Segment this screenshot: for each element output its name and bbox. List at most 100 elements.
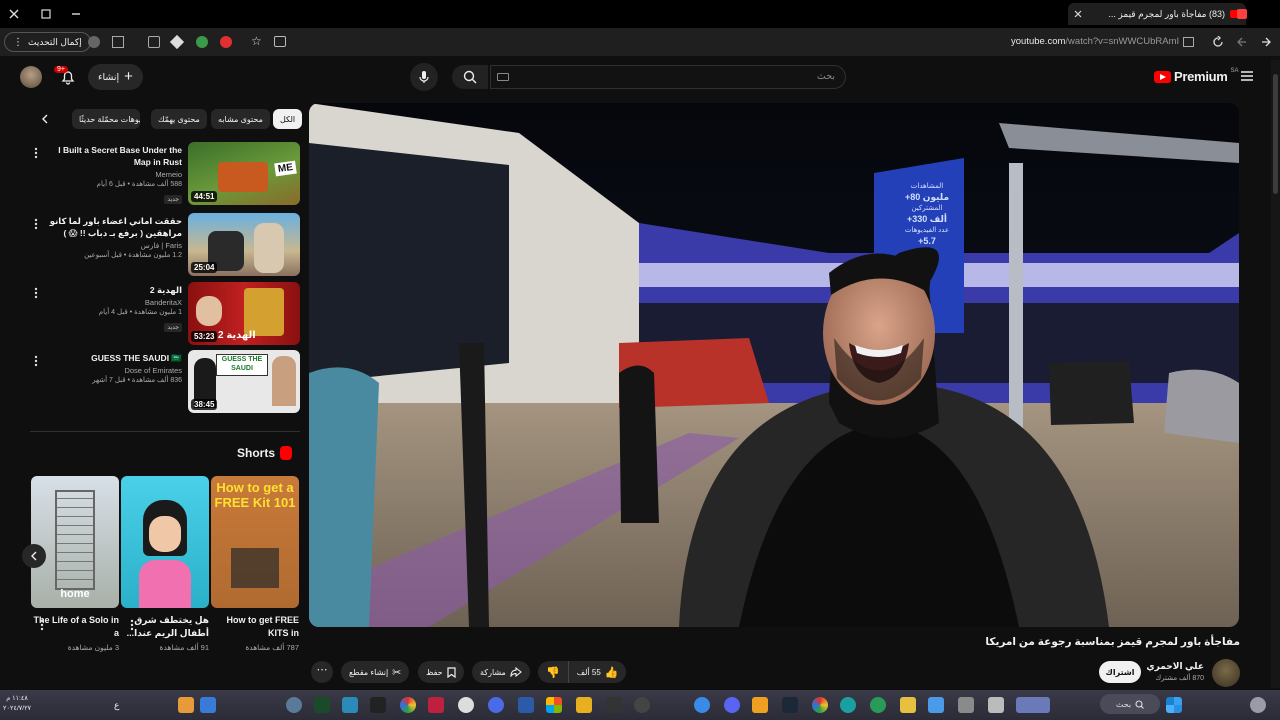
dislike-button[interactable]: 👎 [538, 661, 568, 683]
taskbar-time: ١١:٤٨ م [6, 695, 28, 702]
short-3[interactable]: home [31, 476, 119, 608]
voice-search-button[interactable] [410, 63, 438, 91]
taskbar-app-icon[interactable] [428, 697, 444, 713]
more-actions-button[interactable]: ⋯ [311, 661, 333, 683]
video-thumbnail[interactable]: الهدية 2 53:23 [188, 282, 300, 345]
taskbar-app-icon[interactable] [370, 697, 386, 713]
taskbar-app-icon[interactable] [286, 697, 302, 713]
chip-related[interactable]: محتوى مشابه [211, 109, 270, 129]
clip-button[interactable]: ✂ إنشاء مقطع [341, 661, 410, 683]
extensions-puzzle-icon[interactable] [148, 36, 160, 48]
taskbar-app-icon[interactable] [518, 697, 534, 713]
screenshot-icon[interactable] [274, 36, 286, 47]
chip-all[interactable]: الكل [273, 109, 303, 129]
start-windows-icon[interactable] [1166, 697, 1182, 713]
chrome-icon[interactable] [812, 697, 828, 713]
taskbar-app-icon[interactable] [314, 697, 330, 713]
more-options-icon[interactable] [30, 217, 42, 231]
save-button[interactable]: حفظ [418, 661, 464, 683]
related-video-3[interactable]: الهدية 2 53:23 الهدية 2 BanderitaX 1 ملي… [30, 282, 300, 346]
taskbar-app-icon[interactable] [928, 697, 944, 713]
tab-close-icon[interactable] [1074, 10, 1082, 18]
video-thumbnail[interactable]: ME 44:51 [188, 142, 300, 205]
youtube-premium-logo[interactable]: Premium SA [1154, 68, 1239, 84]
weather-icon[interactable] [1250, 697, 1266, 713]
extension-green-icon[interactable] [196, 36, 208, 48]
taskbar-search[interactable]: بحث [1100, 694, 1160, 714]
short-figure-face [149, 516, 181, 552]
page-scrollbar[interactable] [1271, 60, 1280, 688]
reading-list-icon[interactable] [112, 36, 124, 48]
bookmark-star-icon[interactable]: ☆ [251, 34, 262, 48]
share-button[interactable]: مشاركة [472, 661, 530, 683]
related-video-2[interactable]: 25:04 حققت اماني اعضاء باور لما كانو مرا… [30, 213, 300, 277]
short-1[interactable]: How to get a FREE Kit 101 [211, 476, 299, 608]
taskbar-app-icon[interactable] [342, 697, 358, 713]
steam-icon[interactable] [782, 697, 798, 713]
taskbar-app-icon[interactable] [178, 697, 194, 713]
search-input[interactable]: بحث [490, 65, 846, 89]
discord-icon[interactable] [724, 697, 740, 713]
back-icon[interactable] [1260, 36, 1272, 48]
taskbar-app-icon[interactable] [634, 697, 650, 713]
more-options-icon[interactable] [30, 354, 42, 368]
channel-info[interactable]: علي الاحمري 870 ألف مشترك [1146, 661, 1204, 682]
chips-scroll-left-icon[interactable] [40, 114, 50, 124]
search-button[interactable] [452, 65, 488, 89]
scroll-thumb[interactable] [1273, 74, 1278, 194]
like-dislike-group: 👍 55 ألف 👎 [538, 661, 627, 683]
chrome-icon[interactable] [400, 697, 416, 713]
address-bar[interactable]: youtube.com/watch?v=snWWCUbRAmI [1011, 36, 1179, 47]
taskbar-app-icon[interactable] [488, 697, 504, 713]
related-video-1[interactable]: ME 44:51 I Built a Secret Base Under the… [30, 142, 300, 206]
file-explorer-icon[interactable] [900, 697, 916, 713]
extension-icon[interactable] [88, 36, 100, 48]
video-thumbnail[interactable]: GUESS THE SAUDI 38:45 [188, 350, 300, 413]
create-button[interactable]: + إنشاء [88, 64, 143, 90]
related-video-4[interactable]: GUESS THE SAUDI 38:45 GUESS THE SAUDI 🇸🇦… [30, 350, 300, 414]
taskbar-app-icon[interactable] [606, 697, 622, 713]
taskbar-app-icon[interactable] [958, 697, 974, 713]
taskbar-widget-icon[interactable] [1016, 697, 1050, 713]
chip-recent[interactable]: فيديوهات محمّلة حديثًا [72, 109, 140, 129]
avatar[interactable] [20, 66, 42, 88]
chip-for-you[interactable]: محتوى يهمّك [151, 109, 207, 129]
close-window-icon[interactable] [8, 8, 20, 20]
subscribe-button[interactable]: اشتراك [1099, 661, 1141, 683]
keyboard-icon[interactable] [497, 73, 509, 81]
hamburger-menu-icon[interactable] [1240, 70, 1254, 82]
taskbar-app-icon[interactable] [694, 697, 710, 713]
minimize-icon[interactable] [70, 8, 82, 20]
more-options-icon[interactable] [128, 618, 136, 632]
taskbar-app-icon[interactable] [576, 697, 592, 713]
like-button[interactable]: 👍 55 ألف [567, 661, 627, 683]
extension-diamond-icon[interactable] [169, 34, 185, 50]
video-player[interactable]: المشاهدات +80 مليون المشتركين +330 ألف ع… [309, 103, 1239, 627]
store-icon[interactable] [546, 697, 562, 713]
shorts-prev-button[interactable] [22, 544, 46, 568]
maximize-icon[interactable] [40, 8, 52, 20]
forward-icon[interactable] [1236, 36, 1248, 48]
extension-red-icon[interactable] [220, 36, 232, 48]
tab-search-icon[interactable] [1236, 8, 1248, 20]
taskbar-app-icon[interactable] [200, 697, 216, 713]
language-indicator[interactable]: ع [114, 700, 119, 711]
update-button[interactable]: إكمال التحديث ⋮ [4, 32, 91, 52]
active-tab[interactable]: (83) مفاجأة باور لمجرم قيمز ... [1068, 3, 1246, 25]
clip-label: إنشاء مقطع [349, 667, 389, 677]
settings-gear-icon[interactable] [458, 697, 474, 713]
short-caption-1[interactable]: How to get FREE KITS in 787 ألف مشاهدة [209, 614, 300, 652]
more-options-icon[interactable] [38, 618, 46, 632]
short-2[interactable] [121, 476, 209, 608]
taskbar-app-icon[interactable] [870, 697, 886, 713]
edge-icon[interactable] [840, 697, 856, 713]
reload-icon[interactable] [1212, 36, 1224, 48]
taskbar-clock[interactable]: ١١:٤٨ م ٢٠٢٤/٧/٢٧ [3, 694, 31, 714]
more-options-icon[interactable] [30, 286, 42, 300]
translate-icon[interactable] [1183, 37, 1194, 47]
video-thumbnail[interactable]: 25:04 [188, 213, 300, 276]
channel-avatar[interactable] [1212, 659, 1240, 687]
more-options-icon[interactable] [30, 146, 42, 160]
taskbar-app-icon[interactable] [988, 697, 1004, 713]
taskbar-app-icon[interactable] [752, 697, 768, 713]
